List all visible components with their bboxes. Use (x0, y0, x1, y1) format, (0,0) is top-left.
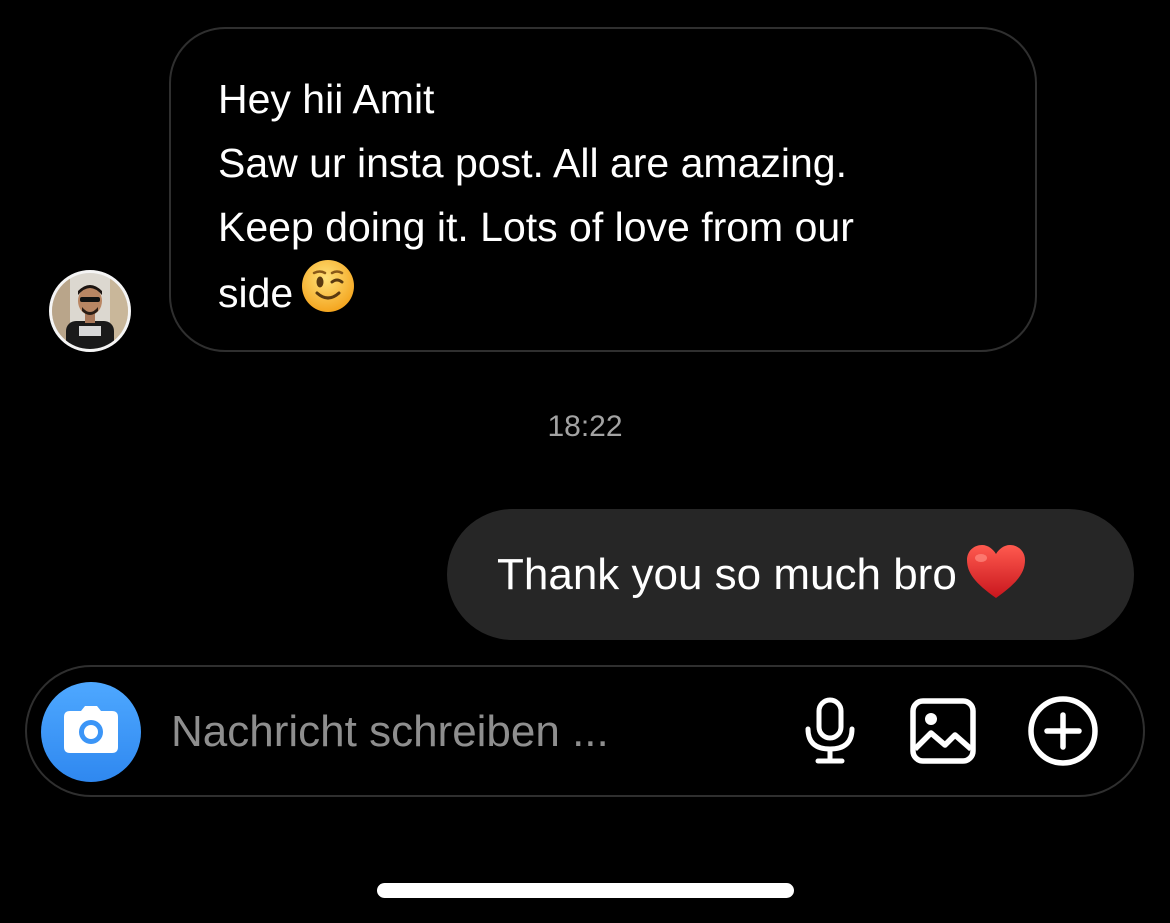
message-composer (25, 665, 1145, 797)
message-input[interactable] (171, 693, 771, 771)
camera-button[interactable] (41, 682, 141, 782)
outgoing-message-bubble[interactable]: Thank you so much bro (447, 509, 1134, 640)
sender-avatar[interactable] (49, 270, 131, 352)
winking-face-emoji (301, 259, 355, 331)
message-line: Saw ur insta post. All are amazing. (218, 140, 847, 186)
microphone-icon (802, 697, 858, 770)
gallery-icon (909, 697, 977, 770)
red-heart-emoji (965, 543, 1027, 606)
more-button[interactable] (1027, 695, 1099, 772)
message-line-last: side (218, 259, 995, 331)
home-indicator[interactable] (377, 883, 794, 898)
camera-icon (62, 705, 120, 760)
message-line-text: side (218, 270, 294, 316)
message-timestamp: 18:22 (547, 410, 623, 443)
message-line: Hey hii Amit (218, 76, 435, 122)
gallery-button[interactable] (907, 697, 979, 769)
microphone-button[interactable] (794, 697, 866, 769)
plus-circle-icon (1027, 695, 1099, 772)
avatar-photo (52, 273, 128, 349)
incoming-message-bubble[interactable]: Hey hii Amit Saw ur insta post. All are … (169, 27, 1037, 352)
message-line: Keep doing it. Lots of love from our (218, 204, 854, 250)
outgoing-message-text: Thank you so much bro (497, 549, 957, 599)
